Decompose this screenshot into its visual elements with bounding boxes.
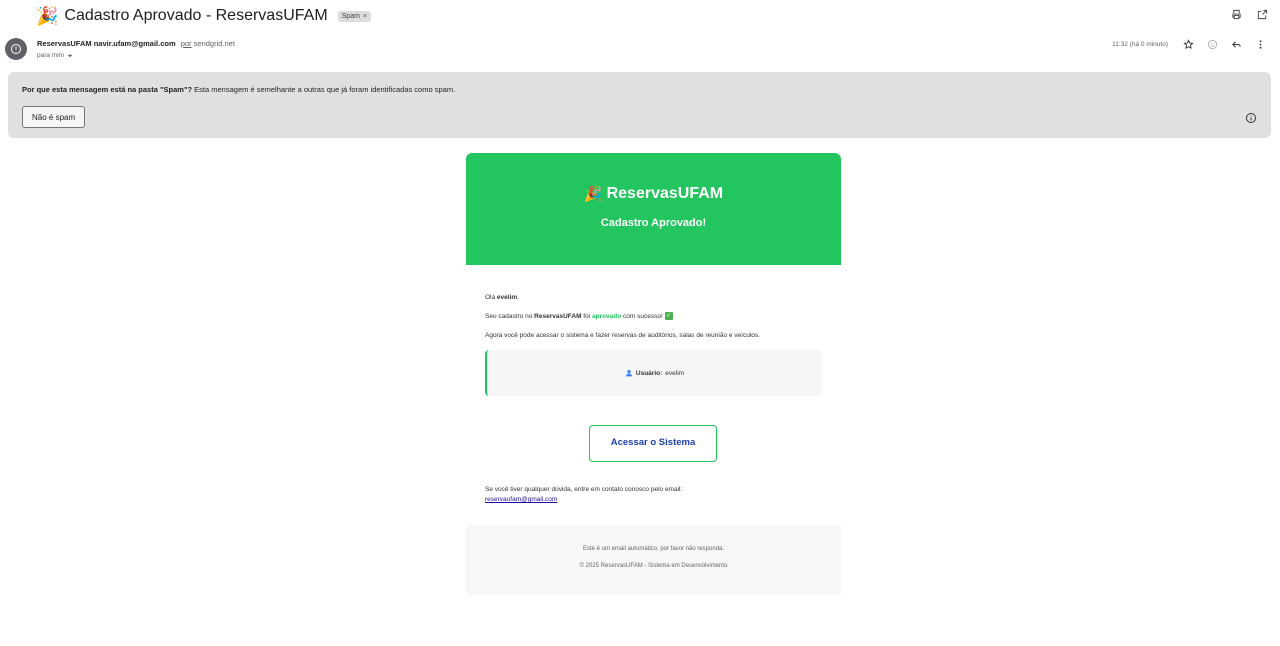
user-icon: [625, 370, 632, 377]
party-popper-emoji: 🎉: [583, 186, 603, 203]
remove-label-icon[interactable]: ×: [363, 13, 367, 20]
sender-line: ReservasUFAM navir.ufam@gmail.com por se…: [37, 39, 235, 48]
email-subject-row: 🎉 Cadastro Aprovado - ReservasUFAM Spam …: [36, 4, 372, 28]
approval-status: aprovado: [591, 313, 622, 320]
reply-icon[interactable]: [1230, 38, 1242, 50]
spam-label-chip[interactable]: Spam ×: [337, 10, 372, 22]
greeting-name: evelim: [496, 294, 518, 301]
access-system-button[interactable]: Acessar o Sistema: [589, 425, 717, 462]
check-mark-icon: ✓: [664, 312, 673, 321]
approval-brand: ReservasUFAM: [534, 313, 582, 320]
approval-prefix: Seu cadastro no: [485, 313, 535, 320]
brand-name: ReservasUFAM: [606, 185, 724, 202]
access-message: Agora você pode acessar o sistema e faze…: [485, 332, 760, 339]
open-in-new-window-icon[interactable]: [1256, 8, 1268, 20]
spam-reason: Por que esta mensagem está na pasta "Spa…: [22, 85, 455, 94]
email-subject: Cadastro Aprovado - ReservasUFAM: [64, 7, 328, 24]
top-actions: [1230, 8, 1268, 20]
email-header: 🎉 ReservasUFAM Cadastro Aprovado!: [466, 153, 841, 265]
info-icon[interactable]: [1245, 111, 1257, 123]
message-meta: 11:32 (há 0 minuto): [1112, 38, 1266, 50]
emoji-icon[interactable]: [1206, 38, 1218, 50]
print-icon[interactable]: [1230, 8, 1242, 20]
spam-warning-banner: Por que esta mensagem está na pasta "Spa…: [8, 72, 1271, 138]
cta-wrapper: Acessar o Sistema: [485, 425, 821, 462]
more-vert-icon[interactable]: [1254, 38, 1266, 50]
contact-email-link[interactable]: reservaufam@gmail.com: [485, 496, 557, 503]
approval-suffix: com sucesso!: [621, 313, 665, 320]
user-info-box: Usuário: evelim: [485, 350, 822, 396]
greeting-suffix: ,: [517, 294, 519, 301]
star-icon[interactable]: [1182, 38, 1194, 50]
spam-explanation: Esta mensagem é semelhante a outras que …: [192, 85, 456, 94]
sender-via: por sendgrid.net: [181, 39, 235, 48]
sender-name-email[interactable]: ReservasUFAM navir.ufam@gmail.com: [37, 39, 176, 48]
footer-auto-notice: Este é um email automático, por favor nã…: [582, 546, 725, 552]
recipient-dropdown[interactable]: para mim: [37, 52, 73, 59]
message-time: 11:32 (há 0 minuto): [1112, 40, 1168, 48]
footer-copyright: © 2025 ReservasUFAM - Sistema em Desenvo…: [579, 563, 728, 569]
chevron-down-icon: [67, 54, 73, 57]
greeting: Olá evelim,: [485, 293, 821, 302]
not-spam-button[interactable]: Não é spam: [22, 106, 86, 128]
user-value: evelim: [665, 369, 685, 377]
via-prefix[interactable]: por: [181, 39, 192, 48]
user-label: Usuário:: [635, 369, 663, 377]
contact-text: Se você tiver qualquer dúvida, entre em …: [485, 486, 683, 493]
sender-avatar[interactable]: [5, 38, 27, 60]
spam-question: Por que esta mensagem está na pasta "Spa…: [22, 85, 193, 94]
warning-icon: [11, 44, 21, 54]
email-footer: Este é um email automático, por favor nã…: [466, 525, 841, 595]
email-content: Olá evelim, Seu cadastro no ReservasUFAM…: [466, 265, 841, 505]
email-header-subtitle: Cadastro Aprovado!: [600, 217, 707, 229]
via-domain: sendgrid.net: [193, 39, 235, 48]
email-brand: 🎉 ReservasUFAM: [466, 185, 841, 203]
contact-info: Se você tiver qualquer dúvida, entre em …: [485, 485, 821, 505]
party-popper-emoji: 🎉: [36, 6, 59, 26]
recipient-text: para mim: [37, 52, 65, 59]
greeting-prefix: Olá: [485, 294, 497, 301]
approval-mid: foi: [581, 313, 592, 320]
spam-label-text: Spam: [341, 12, 360, 20]
email-body: 🎉 ReservasUFAM Cadastro Aprovado! Olá ev…: [466, 153, 841, 595]
approval-message: Seu cadastro no ReservasUFAM foi aprovad…: [485, 312, 821, 321]
